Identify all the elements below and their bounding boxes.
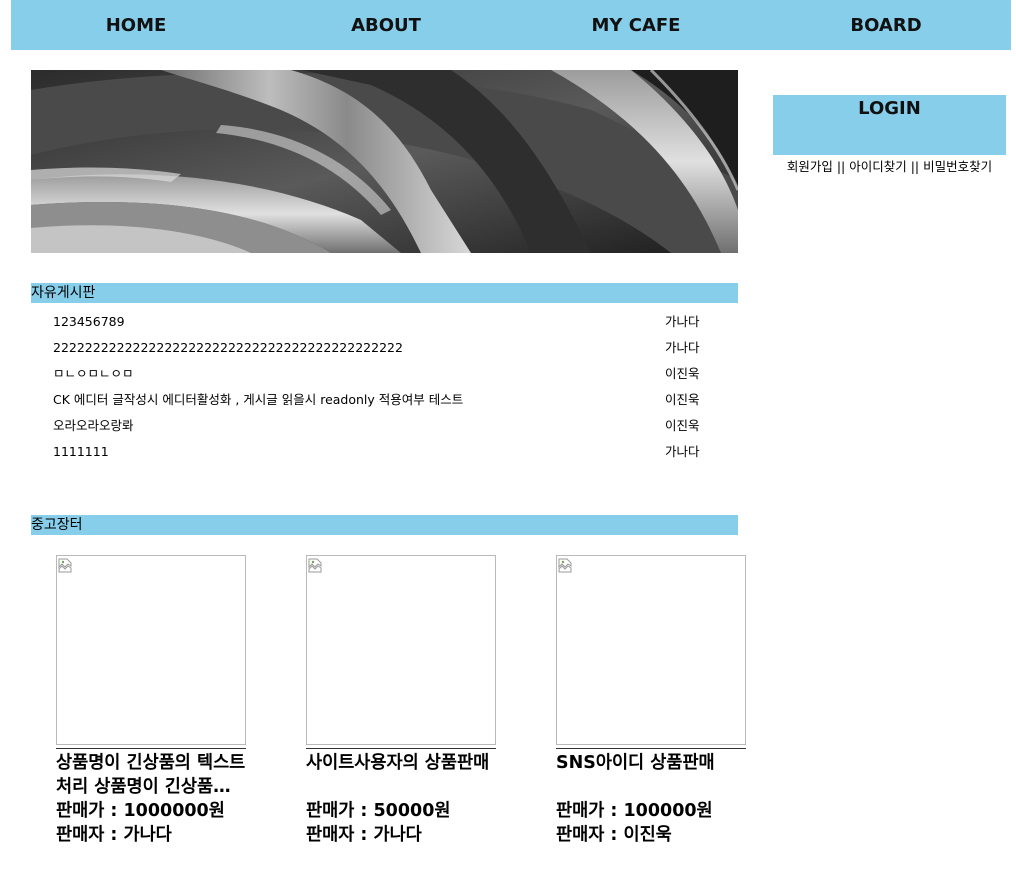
product-seller: 판매자 : 이진욱 — [556, 825, 672, 845]
product-name[interactable]: 상품명이 긴상품의 텍스트 처리 상품명이 긴상품의 텍스트 처리 — [56, 748, 246, 799]
board-row[interactable]: 1111111 가나다 — [31, 440, 738, 466]
post-title[interactable]: ㅁㄴㅇㅁㄴㅇㅁ — [53, 362, 134, 386]
board-row[interactable]: 오라오라오랑롸 이진욱 — [31, 414, 738, 440]
post-author: 가나다 — [665, 314, 700, 329]
post-author: 이진욱 — [665, 366, 700, 381]
nav-home[interactable]: HOME — [11, 0, 261, 50]
product-price: 판매가 : 50000원 — [306, 801, 451, 821]
abstract-metal-curves-image — [31, 70, 738, 253]
broken-image-icon — [58, 558, 72, 573]
product-name[interactable]: SNS아이디 상품판매 — [556, 748, 746, 799]
nav-board[interactable]: BOARD — [761, 0, 1011, 50]
product-price: 판매가 : 100000원 — [556, 801, 713, 821]
product-card[interactable]: 사이트사용자의 상품판매 판매가 : 50000원 판매자 : 가나다 — [306, 555, 496, 847]
post-title[interactable]: 2222222222222222222222222222222222222222… — [53, 336, 403, 360]
product-card[interactable]: 상품명이 긴상품의 텍스트 처리 상품명이 긴상품의 텍스트 처리 판매가 : … — [56, 555, 246, 847]
free-board-header: 자유게시판 — [31, 283, 738, 303]
login-links: 회원가입 || 아이디찾기 || 비밀번호찾기 — [773, 156, 1006, 175]
post-author: 가나다 — [665, 444, 700, 459]
login-box: LOGIN — [773, 95, 1006, 155]
post-author: 가나다 — [665, 340, 700, 355]
product-image[interactable] — [306, 555, 496, 745]
link-separator: || — [906, 159, 924, 174]
free-board-title[interactable]: 자유게시판 — [31, 285, 95, 301]
find-password-link[interactable]: 비밀번호찾기 — [923, 159, 992, 174]
top-nav: HOME ABOUT MY CAFE BOARD — [11, 0, 1011, 50]
product-image[interactable] — [556, 555, 746, 745]
free-board-list: 123456789 가나다 222222222222222222222222222… — [31, 310, 738, 466]
post-author: 이진욱 — [665, 392, 700, 407]
post-title[interactable]: 123456789 — [53, 310, 125, 334]
product-image[interactable] — [56, 555, 246, 745]
link-separator: || — [832, 159, 850, 174]
product-card[interactable]: SNS아이디 상품판매 판매가 : 100000원 판매자 : 이진욱 — [556, 555, 746, 847]
product-name[interactable]: 사이트사용자의 상품판매 — [306, 748, 496, 799]
product-seller: 판매자 : 가나다 — [56, 825, 172, 845]
post-author: 이진욱 — [665, 418, 700, 433]
market-title[interactable]: 중고장터 — [31, 517, 83, 533]
board-row[interactable]: ㅁㄴㅇㅁㄴㅇㅁ 이진욱 — [31, 362, 738, 388]
find-id-link[interactable]: 아이디찾기 — [849, 159, 907, 174]
post-title[interactable]: 1111111 — [53, 440, 109, 464]
nav-my-cafe[interactable]: MY CAFE — [511, 0, 761, 50]
login-button[interactable]: LOGIN — [773, 98, 1006, 119]
market-header: 중고장터 — [31, 515, 738, 535]
product-price: 판매가 : 1000000원 — [56, 801, 225, 821]
board-row[interactable]: 123456789 가나다 — [31, 310, 738, 336]
hero-banner-image — [31, 70, 738, 253]
post-title[interactable]: CK 에디터 글작성시 에디터활성화 , 게시글 읽을시 readonly 적용… — [53, 388, 463, 412]
board-row[interactable]: CK 에디터 글작성시 에디터활성화 , 게시글 읽을시 readonly 적용… — [31, 388, 738, 414]
nav-about[interactable]: ABOUT — [261, 0, 511, 50]
board-row[interactable]: 2222222222222222222222222222222222222222… — [31, 336, 738, 362]
broken-image-icon — [308, 558, 322, 573]
broken-image-icon — [558, 558, 572, 573]
signup-link[interactable]: 회원가입 — [787, 159, 833, 174]
product-seller: 판매자 : 가나다 — [306, 825, 422, 845]
post-title[interactable]: 오라오라오랑롸 — [53, 414, 134, 438]
